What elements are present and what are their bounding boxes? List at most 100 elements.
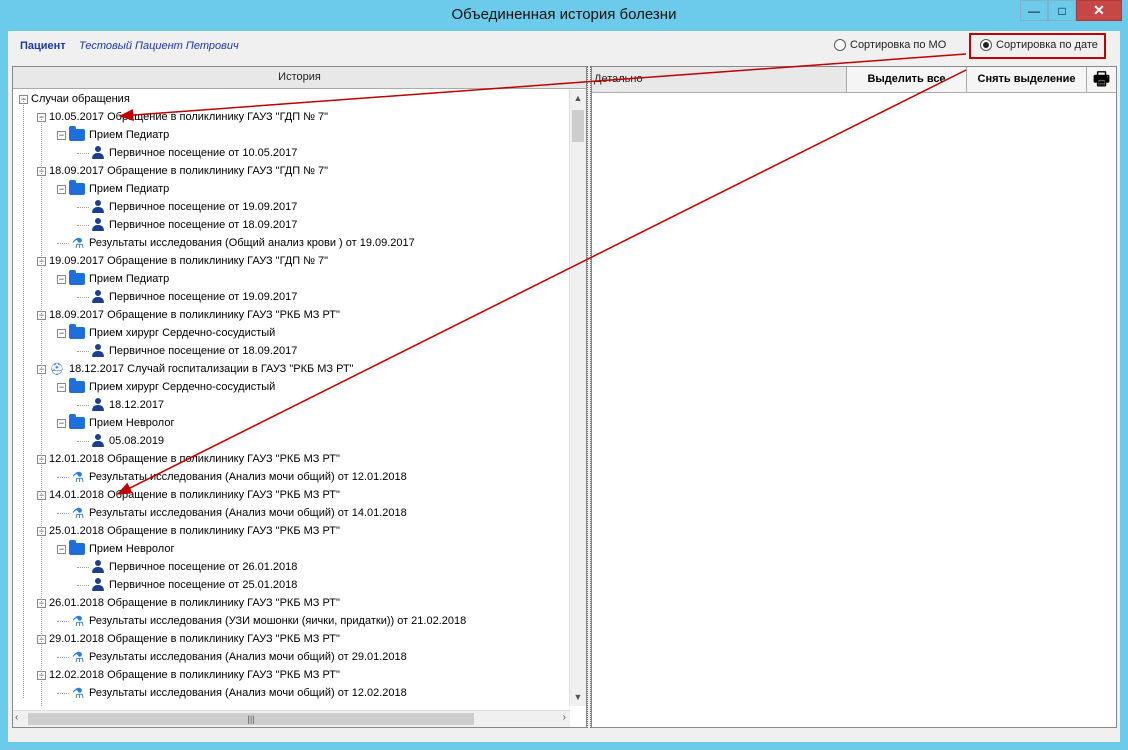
tree-item-label: 25.01.2018 Обращение в поликлинику ГАУЗ … xyxy=(49,525,340,537)
person-icon xyxy=(91,290,105,304)
person-icon xyxy=(91,434,105,448)
tree-item[interactable]: − Прием хирург Сердечно-сосудистый xyxy=(57,324,275,342)
scroll-down-icon[interactable]: ▼ xyxy=(570,689,586,706)
tree-item[interactable]: 18.12.2017 xyxy=(77,396,164,414)
tree-item[interactable]: ⚗ Результаты исследования (Анализ мочи об… xyxy=(57,504,407,522)
sort-by-mo-label: Сортировка по МО xyxy=(850,39,947,51)
folder-icon xyxy=(69,180,85,195)
tree-item[interactable]: − Прием Педиатр xyxy=(57,126,169,144)
history-tree[interactable]: − Случаи обращения −10.05.2017 Обращение в… xyxy=(13,90,570,706)
tree-item[interactable]: − Прием Педиатр xyxy=(57,180,169,198)
tree-guide-line xyxy=(23,98,24,698)
window-title: Объединенная история болезни xyxy=(451,6,677,23)
tree-item[interactable]: ⚗ Результаты исследования (Анализ мочи об… xyxy=(57,684,407,702)
tree-connector xyxy=(77,566,89,568)
sort-by-mo-radio[interactable]: Сортировка по МО xyxy=(834,39,946,51)
tree-item[interactable]: −10.05.2017 Обращение в поликлинику ГАУЗ… xyxy=(37,108,328,126)
tree-item[interactable]: Первичное посещение от 19.09.2017 xyxy=(77,288,297,306)
folder-icon xyxy=(69,414,85,429)
tree-item-label: 05.08.2019 xyxy=(109,435,165,447)
tree-item[interactable]: ⚗ Результаты исследования (УЗИ мошонки (я… xyxy=(57,612,466,630)
tree-item-label: Первичное посещение от 18.09.2017 xyxy=(109,219,298,231)
tree-item[interactable]: Первичное посещение от 25.01.2018 xyxy=(77,576,297,594)
tree-item-label: Результаты исследования (УЗИ мошонки (яи… xyxy=(89,615,467,627)
collapse-toggle-icon[interactable]: − xyxy=(57,418,66,428)
collapse-toggle-icon[interactable]: − xyxy=(57,328,66,338)
person-icon xyxy=(91,218,105,232)
collapse-toggle-icon[interactable]: − xyxy=(57,544,66,554)
tree-item[interactable]: −14.01.2018 Обращение в поликлинику ГАУЗ… xyxy=(37,486,340,504)
sort-by-date-radio[interactable]: Сортировка по дате xyxy=(980,39,1098,51)
lab-results-icon: ⚗ xyxy=(71,685,85,701)
title-bar[interactable]: Объединенная история болезни — □ ✕ xyxy=(0,0,1128,30)
vertical-scrollbar[interactable]: ▲ ▼ xyxy=(569,90,586,706)
tree-item[interactable]: Первичное посещение от 26.01.2018 xyxy=(77,558,297,576)
tree-item[interactable]: Первичное посещение от 10.05.2017 xyxy=(77,144,297,162)
history-panel: История − Случаи обращения −10.05.2017 Обр… xyxy=(12,66,587,728)
tree-item[interactable]: ⚗ Результаты исследования (Анализ мочи об… xyxy=(57,468,407,486)
tree-item-label: 18.09.2017 Обращение в поликлинику ГАУЗ … xyxy=(49,165,329,177)
collapse-toggle-icon[interactable]: − xyxy=(57,130,66,140)
tree-connector xyxy=(77,350,89,352)
tree-item[interactable]: −18.09.2017 Обращение в поликлинику ГАУЗ… xyxy=(37,306,340,324)
tree-item[interactable]: Первичное посещение от 19.09.2017 xyxy=(77,198,297,216)
tree-item-label: Первичное посещение от 19.09.2017 xyxy=(109,201,298,213)
tree-item[interactable]: − Прием Невролог xyxy=(57,540,174,558)
tree-item[interactable]: −26.01.2018 Обращение в поликлинику ГАУЗ… xyxy=(37,594,340,612)
minimize-button[interactable]: — xyxy=(1020,0,1048,21)
tree-item[interactable]: ⚗ Результаты исследования (Общий анализ к… xyxy=(57,234,415,252)
tree-item[interactable]: −12.02.2018 Обращение в поликлинику ГАУЗ… xyxy=(37,666,340,684)
tree-item-label: Прием Педиатр xyxy=(89,273,170,285)
close-button[interactable]: ✕ xyxy=(1076,0,1122,21)
scroll-thumb[interactable] xyxy=(572,110,584,142)
folder-icon xyxy=(69,270,85,285)
tree-item-label: Первичное посещение от 26.01.2018 xyxy=(109,561,298,573)
tree-item-label: Случаи обращения xyxy=(31,93,130,105)
tree-item[interactable]: −12.01.2018 Обращение в поликлинику ГАУЗ… xyxy=(37,450,340,468)
tree-item[interactable]: − Прием Невролог xyxy=(57,414,174,432)
scroll-left-icon[interactable]: ‹ xyxy=(15,712,18,723)
tree-item-label: Прием Невролог xyxy=(89,417,175,429)
app-window: Объединенная история болезни — □ ✕ Пацие… xyxy=(0,0,1128,750)
tree-item-label: Результаты исследования (Анализ мочи общ… xyxy=(89,471,407,483)
collapse-toggle-icon[interactable]: − xyxy=(57,382,66,392)
tree-connector xyxy=(57,242,69,244)
tree-connector xyxy=(57,656,69,658)
lab-results-icon: ⚗ xyxy=(71,235,85,251)
tree-item[interactable]: − Прием Педиатр xyxy=(57,270,169,288)
tree-connector xyxy=(77,440,89,442)
tree-item-label: 18.12.2017 xyxy=(109,399,165,411)
person-icon xyxy=(91,146,105,160)
folder-icon xyxy=(69,126,85,141)
tree-item[interactable]: −25.01.2018 Обращение в поликлинику ГАУЗ… xyxy=(37,522,340,540)
person-icon xyxy=(91,560,105,574)
tree-item[interactable]: Первичное посещение от 18.09.2017 xyxy=(77,216,297,234)
tree-connector xyxy=(77,152,89,154)
collapse-toggle-icon[interactable]: − xyxy=(57,274,66,284)
select-all-button[interactable]: Выделить все xyxy=(846,67,966,92)
clear-selection-button[interactable]: Снять выделение xyxy=(966,67,1086,92)
scroll-right-icon[interactable]: › xyxy=(563,712,566,723)
collapse-toggle-icon[interactable]: − xyxy=(57,184,66,194)
printer-icon[interactable]: 🖶 xyxy=(1086,67,1116,92)
tree-item[interactable]: Первичное посещение от 18.09.2017 xyxy=(77,342,297,360)
tree-item[interactable]: 05.08.2019 xyxy=(77,432,164,450)
tree-item[interactable]: −18.09.2017 Обращение в поликлинику ГАУЗ… xyxy=(37,162,328,180)
tree-item[interactable]: −19.09.2017 Обращение в поликлинику ГАУЗ… xyxy=(37,252,328,270)
tree-item[interactable]: ⚗ Результаты исследования (Анализ мочи об… xyxy=(57,648,407,666)
maximize-button[interactable]: □ xyxy=(1048,0,1076,21)
tree-item[interactable]: − ⛑ 18.12.2017 Случай госпитализации в ГАУ… xyxy=(37,360,354,378)
tree-item[interactable]: − Случаи обращения xyxy=(19,90,130,108)
scroll-up-icon[interactable]: ▲ xyxy=(570,90,586,107)
tree-item-label: Первичное посещение от 25.01.2018 xyxy=(109,579,298,591)
tree-item-label: Прием хирург Сердечно-сосудистый xyxy=(89,381,276,393)
tree-item[interactable]: − Прием хирург Сердечно-сосудистый xyxy=(57,378,275,396)
tree-connector xyxy=(77,584,89,586)
tree-item[interactable]: −29.01.2018 Обращение в поликлинику ГАУЗ… xyxy=(37,630,340,648)
scroll-thumb-horizontal[interactable]: ||| xyxy=(28,713,474,725)
horizontal-scrollbar[interactable]: ‹ ||| › xyxy=(13,710,570,727)
tree-item-label: 12.01.2018 Обращение в поликлинику ГАУЗ … xyxy=(49,453,340,465)
person-icon xyxy=(91,578,105,592)
folder-icon xyxy=(69,540,85,555)
hospitalization-icon: ⛑ xyxy=(49,362,65,376)
